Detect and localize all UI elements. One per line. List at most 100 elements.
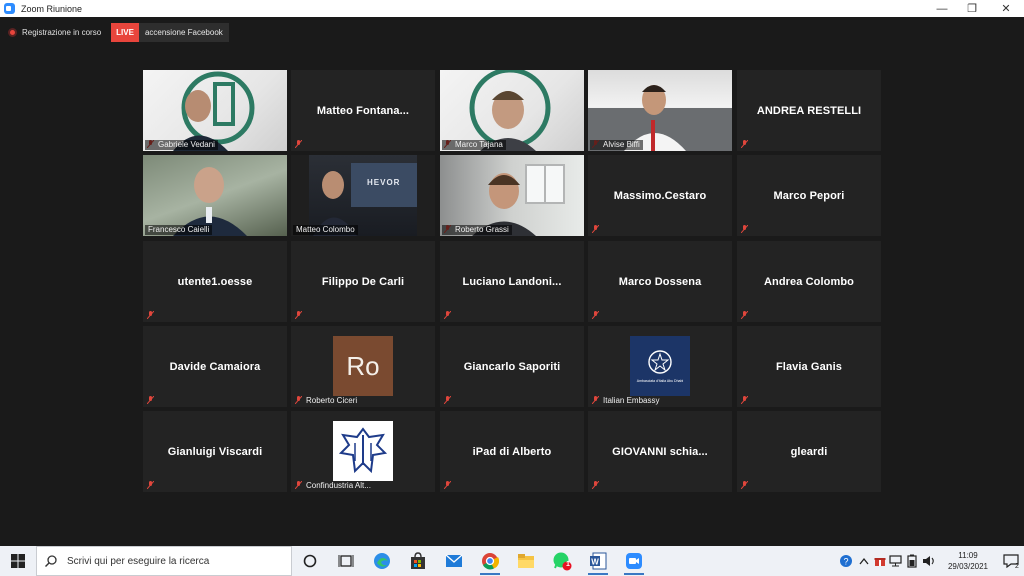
cortana-button[interactable] bbox=[292, 546, 328, 576]
show-hidden-icons-button[interactable] bbox=[856, 546, 872, 576]
participant-tile-active-speaker[interactable]: Francesco Caielli bbox=[143, 155, 287, 236]
taskbar-search-input[interactable]: Scrivi qui per eseguire la ricerca bbox=[36, 546, 292, 576]
muted-mic-icon bbox=[444, 481, 451, 489]
taskbar-app-chrome[interactable] bbox=[472, 546, 508, 576]
participant-name: Luciano Landoni... bbox=[462, 275, 562, 288]
participant-name: Massimo.Cestaro bbox=[613, 189, 707, 202]
video-frame-icon bbox=[173, 71, 255, 151]
participant-tile[interactable]: utente1.oesse bbox=[143, 241, 287, 322]
muted-mic-icon bbox=[741, 481, 748, 489]
taskbar-app-store[interactable] bbox=[400, 546, 436, 576]
participant-tile[interactable]: GIOVANNI schia... bbox=[588, 411, 732, 492]
muted-mic-icon bbox=[147, 396, 154, 404]
participant-tile[interactable]: iPad di Alberto bbox=[440, 411, 584, 492]
battery-icon bbox=[907, 554, 917, 568]
mail-icon bbox=[445, 554, 463, 567]
participant-video bbox=[143, 155, 287, 236]
start-button[interactable] bbox=[0, 546, 36, 576]
participant-tile[interactable]: gleardi bbox=[737, 411, 881, 492]
participant-tile[interactable]: ANDREA RESTELLI bbox=[737, 70, 881, 151]
taskbar-clock[interactable]: 11:09 29/03/2021 bbox=[938, 550, 998, 572]
participant-name: Gabriele Vedani bbox=[145, 140, 218, 150]
minimize-button[interactable]: — bbox=[926, 0, 958, 17]
window-title: Zoom Riunione bbox=[21, 3, 83, 14]
participant-tile[interactable]: HEVOR Matteo Colombo bbox=[291, 155, 435, 236]
taskbar-app-whatsapp[interactable]: 1 bbox=[544, 546, 580, 576]
clock-time: 11:09 bbox=[958, 551, 978, 560]
help-tray-button[interactable]: ? bbox=[836, 546, 856, 576]
participant-name: Roberto Grassi bbox=[442, 225, 512, 235]
video-frame-icon bbox=[588, 85, 732, 151]
participant-name: Marco Tajana bbox=[442, 140, 506, 150]
search-placeholder: Scrivi qui per eseguire la ricerca bbox=[67, 555, 210, 567]
participant-video bbox=[143, 70, 287, 151]
confindustria-eagle-icon bbox=[338, 427, 388, 474]
participant-tile[interactable]: Gianluigi Viscardi bbox=[143, 411, 287, 492]
muted-mic-icon bbox=[592, 481, 599, 489]
participant-video bbox=[588, 70, 732, 151]
muted-mic-icon bbox=[741, 140, 748, 148]
participant-tile[interactable]: Davide Camaiora bbox=[143, 326, 287, 407]
app-tray-button[interactable] bbox=[872, 546, 888, 576]
edge-icon bbox=[374, 553, 390, 569]
participant-tile[interactable]: Ambasciata d'Italia Abu Dhabi Italian Em… bbox=[588, 326, 732, 407]
participant-tile[interactable]: Marco Tajana bbox=[440, 70, 584, 151]
participant-tile[interactable]: Flavia Ganis bbox=[737, 326, 881, 407]
battery-button[interactable] bbox=[904, 546, 920, 576]
participant-video: HEVOR bbox=[291, 155, 435, 236]
zoom-icon bbox=[626, 553, 642, 569]
participant-name: Giancarlo Saporiti bbox=[463, 360, 561, 373]
folder-icon bbox=[518, 554, 534, 568]
cortana-icon bbox=[303, 554, 317, 568]
participant-tile[interactable]: Giancarlo Saporiti bbox=[440, 326, 584, 407]
live-stream-target[interactable]: accensione Facebook bbox=[138, 23, 229, 42]
recording-indicator[interactable]: Registrazione in corso bbox=[4, 23, 106, 42]
participant-name: Francesco Caielli bbox=[145, 225, 213, 235]
participant-tile[interactable]: Confindustria Alt... bbox=[291, 411, 435, 492]
volume-button[interactable] bbox=[920, 546, 938, 576]
participant-name: Gianluigi Viscardi bbox=[167, 445, 263, 458]
participant-name: Confindustria Alt... bbox=[306, 481, 371, 490]
muted-mic-icon bbox=[444, 396, 451, 404]
help-icon: ? bbox=[840, 555, 852, 567]
participant-tile[interactable]: Ro Roberto Ciceri bbox=[291, 326, 435, 407]
restore-button[interactable]: ❐ bbox=[956, 0, 988, 17]
network-button[interactable] bbox=[888, 546, 904, 576]
close-button[interactable]: ✕ bbox=[990, 0, 1022, 17]
participant-tile[interactable]: Marco Dossena bbox=[588, 241, 732, 322]
video-frame-icon bbox=[173, 167, 247, 236]
muted-mic-icon bbox=[147, 311, 154, 319]
taskbar-app-zoom[interactable] bbox=[616, 546, 652, 576]
task-view-button[interactable] bbox=[328, 546, 364, 576]
participant-name: GIOVANNI schia... bbox=[612, 445, 708, 458]
live-badge[interactable]: LIVE bbox=[111, 23, 139, 42]
participant-name: gleardi bbox=[790, 445, 828, 458]
participant-name: Marco Dossena bbox=[618, 275, 702, 288]
taskbar-app-word[interactable]: W bbox=[580, 546, 616, 576]
action-center-button[interactable]: 2 bbox=[998, 546, 1024, 576]
taskbar-app-explorer[interactable] bbox=[508, 546, 544, 576]
participant-name: Marco Pepori bbox=[773, 189, 845, 202]
participant-tile[interactable]: Luciano Landoni... bbox=[440, 241, 584, 322]
participant-tile[interactable]: Matteo Fontana... bbox=[291, 70, 435, 151]
participant-tile[interactable]: Roberto Grassi bbox=[440, 155, 584, 236]
participant-name: Matteo Fontana... bbox=[316, 104, 410, 117]
store-icon bbox=[411, 552, 425, 569]
gift-icon bbox=[874, 558, 886, 566]
participant-tile[interactable]: Gabriele Vedani bbox=[143, 70, 287, 151]
avatar: Ambasciata d'Italia Abu Dhabi bbox=[630, 336, 690, 396]
participant-tile[interactable]: Alvise Biffi bbox=[588, 70, 732, 151]
word-icon: W bbox=[590, 552, 607, 570]
taskbar-app-mail[interactable] bbox=[436, 546, 472, 576]
participant-tile[interactable]: Marco Pepori bbox=[737, 155, 881, 236]
muted-mic-icon bbox=[592, 225, 599, 233]
chrome-icon bbox=[482, 553, 499, 570]
participant-tile[interactable]: Filippo De Carli bbox=[291, 241, 435, 322]
muted-mic-icon bbox=[741, 311, 748, 319]
recording-status: Registrazione in corso bbox=[22, 28, 102, 37]
participant-name: Davide Camaiora bbox=[169, 360, 261, 373]
participant-name: Italian Embassy bbox=[603, 396, 660, 405]
taskbar-app-edge[interactable] bbox=[364, 546, 400, 576]
participant-tile[interactable]: Andrea Colombo bbox=[737, 241, 881, 322]
participant-tile[interactable]: Massimo.Cestaro bbox=[588, 155, 732, 236]
